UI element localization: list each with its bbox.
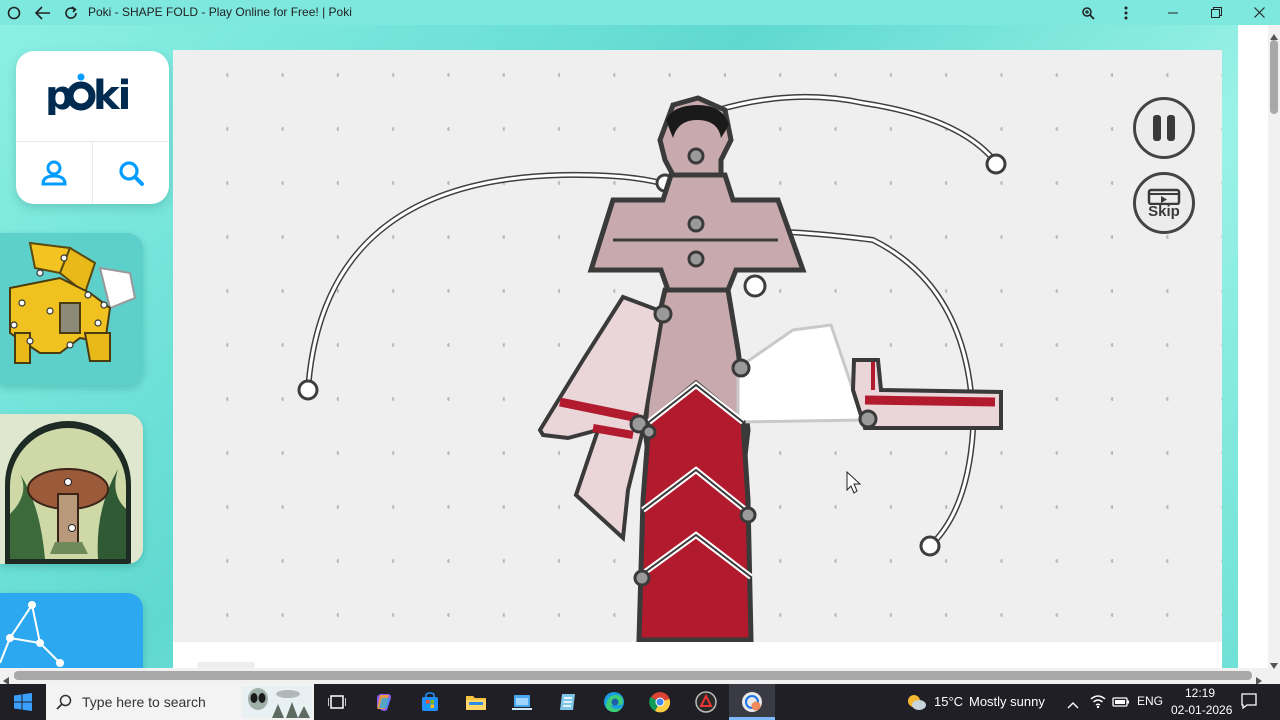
mushroom-window-image [0, 414, 143, 564]
pivot-joint[interactable] [653, 304, 673, 324]
game-thumb-lion-puzzle[interactable] [0, 233, 143, 385]
pivot-joint[interactable] [633, 569, 651, 587]
notification-icon[interactable] [1241, 693, 1257, 714]
scroll-down-icon[interactable] [1270, 656, 1278, 674]
chrome-active-button[interactable] [729, 684, 775, 720]
svg-text:ki: ki [93, 73, 129, 115]
chrome-button[interactable] [637, 684, 683, 720]
pause-icon [1153, 115, 1175, 141]
chrome-icon [649, 692, 671, 713]
language-indicator[interactable]: ENG [1137, 694, 1163, 708]
start-icon [14, 693, 32, 711]
task-view-icon [328, 695, 346, 709]
user-button[interactable] [16, 142, 92, 204]
edge-icon [604, 692, 624, 713]
close-icon[interactable] [1246, 0, 1272, 25]
poki-nav-card: p ki [16, 51, 169, 204]
user-icon [41, 160, 67, 186]
search-button[interactable] [93, 142, 169, 204]
search-placeholder: Type here to search [82, 694, 206, 710]
scroll-left-icon[interactable] [3, 672, 9, 684]
clock-time[interactable]: 12:19 [1185, 686, 1215, 700]
more-vertical-icon[interactable] [1116, 0, 1136, 25]
task-view-button[interactable] [314, 684, 360, 720]
files-icon [512, 695, 532, 710]
red-robe-piece [636, 379, 754, 643]
pivot-joint[interactable] [687, 250, 705, 268]
fold-handle[interactable] [297, 379, 319, 401]
scroll-right-icon[interactable] [1256, 672, 1262, 684]
store-icon [422, 692, 438, 711]
page-title: Poki - SHAPE FOLD - Play Online for Free… [88, 5, 352, 19]
battery-icon[interactable] [1112, 695, 1130, 713]
reload-icon[interactable] [60, 0, 82, 25]
taskbar-search[interactable]: Type here to search [46, 684, 314, 720]
store-button[interactable] [407, 684, 453, 720]
edge-button[interactable] [591, 684, 637, 720]
wifi-icon[interactable] [1090, 694, 1106, 713]
pivot-joint[interactable] [641, 424, 657, 440]
start-button[interactable] [0, 684, 46, 720]
files-button[interactable] [499, 684, 545, 720]
game-canvas[interactable]: Skip [173, 50, 1222, 643]
scroll-up-icon[interactable] [1270, 27, 1278, 45]
search-icon [119, 161, 144, 186]
pivot-joint[interactable] [858, 409, 878, 429]
clock-date[interactable]: 02-01-2026 [1171, 703, 1232, 717]
poki-logo-mark: p ki [45, 73, 131, 119]
media-button[interactable] [683, 684, 729, 720]
pivot-joint[interactable] [739, 506, 757, 524]
lion-puzzle-image [0, 233, 143, 385]
pause-button[interactable] [1133, 97, 1195, 159]
maximize-icon[interactable] [1203, 0, 1229, 25]
copilot-icon [377, 693, 391, 711]
pivot-joint[interactable] [687, 147, 705, 165]
browser-titlebar: Poki - SHAPE FOLD - Play Online for Free… [0, 0, 1280, 25]
zoom-icon[interactable] [1078, 0, 1098, 25]
pivot-joint[interactable] [731, 358, 751, 378]
copilot-button[interactable] [361, 684, 407, 720]
weather-temp[interactable]: 15°C [934, 694, 963, 709]
fold-handle[interactable] [919, 535, 941, 557]
horizontal-scrollbar-thumb[interactable] [14, 671, 1252, 680]
skip-button[interactable]: Skip [1133, 172, 1195, 234]
skip-label: Skip [1148, 202, 1180, 220]
chrome-active-icon [742, 692, 762, 712]
file-explorer-button[interactable] [453, 684, 499, 720]
media-icon [695, 691, 717, 713]
shape-fold-board[interactable] [173, 50, 1222, 643]
poki-logo[interactable]: p ki [16, 71, 169, 125]
browser-viewport: p ki Skip [0, 25, 1280, 684]
game-thumb-mushroom-window[interactable] [0, 414, 143, 564]
pivot-joint[interactable] [687, 215, 705, 233]
vertical-scrollbar[interactable] [1268, 25, 1280, 684]
alien-search-highlight-icon [242, 686, 312, 718]
windows-taskbar: Type here to search 15°C Mostly sunny EN… [0, 684, 1280, 720]
back-arrow-icon[interactable] [32, 0, 54, 25]
circle-menu-icon[interactable] [4, 0, 24, 25]
file-explorer-icon [466, 696, 486, 710]
notepad-button[interactable] [545, 684, 591, 720]
fold-handle[interactable] [743, 274, 767, 298]
weather-icon[interactable] [905, 693, 927, 716]
fold-handle[interactable] [985, 153, 1007, 175]
search-icon [56, 694, 72, 710]
chevron-up-icon[interactable] [1067, 696, 1079, 714]
notepad-icon [560, 694, 575, 710]
vertical-scrollbar-thumb[interactable] [1270, 40, 1278, 114]
weather-desc[interactable]: Mostly sunny [969, 694, 1045, 709]
minimize-icon[interactable] [1160, 0, 1186, 25]
